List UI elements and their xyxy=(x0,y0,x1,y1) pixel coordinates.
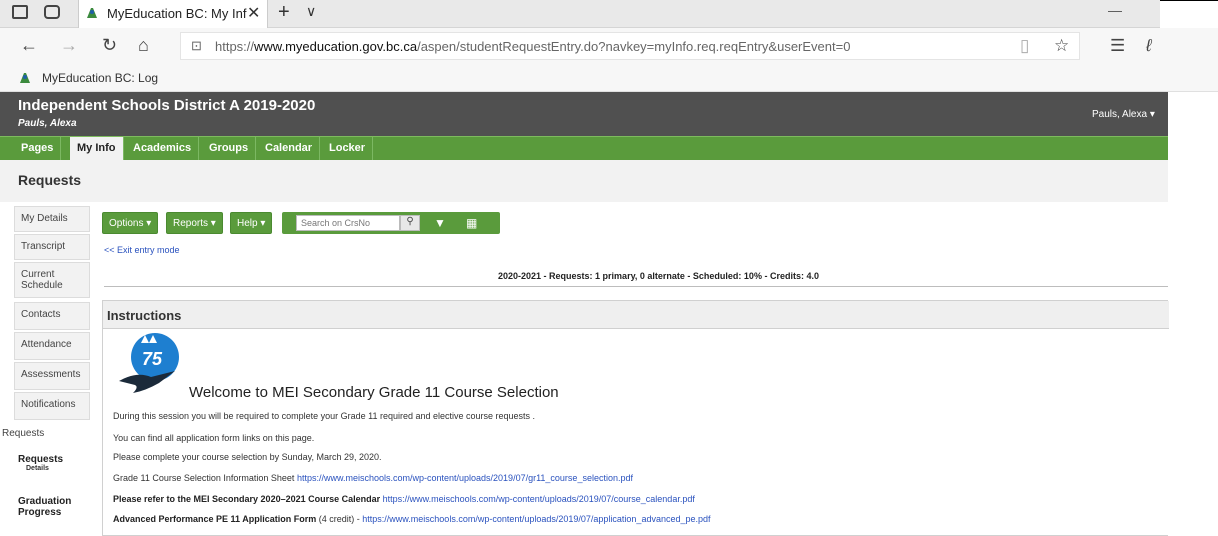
pe-application-link[interactable]: https://www.meischools.com/wp-content/up… xyxy=(362,514,710,524)
reading-view-icon[interactable]: ▯ xyxy=(1020,36,1029,56)
tab-academics[interactable]: Academics xyxy=(126,137,200,161)
favorites-bar: MyEducation BC: Log xyxy=(0,64,1218,92)
close-tab-icon[interactable]: ✕ xyxy=(247,3,260,23)
url-text: https://www.myeducation.gov.bc.ca/aspen/… xyxy=(215,39,851,54)
chevron-down-icon[interactable]: ∨ xyxy=(306,3,316,20)
top-nav: Pages My Info Academics Groups Calendar … xyxy=(0,136,1168,161)
page-title: Requests xyxy=(18,172,82,188)
pe-label: Advanced Performance PE 11 Application F… xyxy=(113,514,317,524)
side-item-attendance[interactable]: Attendance xyxy=(14,332,90,360)
app-header: Independent Schools District A 2019-2020… xyxy=(0,92,1168,136)
user-menu[interactable]: Pauls, Alexa ▾ xyxy=(1092,109,1155,120)
search-input[interactable]: Search on CrsNo xyxy=(296,215,400,231)
favorite-star-icon[interactable]: ☆ xyxy=(1054,36,1069,56)
tab-title: MyEducation BC: My Inf xyxy=(107,6,247,21)
search-bar: Search on CrsNo ⚲ ▼ ▦ xyxy=(282,212,500,234)
url-field[interactable]: ⊡ https://www.myeducation.gov.bc.ca/aspe… xyxy=(180,32,1080,60)
exit-entry-mode-link[interactable]: << Exit entry mode xyxy=(104,245,180,255)
page-header: Requests xyxy=(0,160,1168,202)
side-item-assessments[interactable]: Assessments xyxy=(14,362,90,390)
pen-icon[interactable]: ℓ xyxy=(1146,36,1152,56)
instruction-line: During this session you will be required… xyxy=(113,411,536,421)
tab-calendar[interactable]: Calendar xyxy=(258,137,321,161)
mei-75-logo: 75 xyxy=(119,333,179,393)
instructions-panel: Instructions 75 Welcome to MEI Secondary… xyxy=(102,300,1169,536)
help-button[interactable]: Help ▾ xyxy=(230,212,273,234)
side-item-requests[interactable]: Requests xyxy=(18,454,63,465)
tab-actions-icon[interactable] xyxy=(12,5,28,19)
side-nav: My Details Transcript Current Schedule C… xyxy=(2,202,90,536)
tab-groups[interactable]: Groups xyxy=(202,137,257,161)
favorites-hub-icon[interactable]: ☰ xyxy=(1110,36,1125,56)
welcome-heading: Welcome to MEI Secondary Grade 11 Course… xyxy=(189,384,559,401)
new-tab-icon[interactable]: + xyxy=(278,1,290,24)
student-name: Pauls, Alexa xyxy=(18,118,77,129)
district-title: Independent Schools District A 2019-2020 xyxy=(18,97,316,114)
side-item-current-schedule[interactable]: Current Schedule xyxy=(14,262,90,298)
info-sheet-link[interactable]: https://www.meischools.com/wp-content/up… xyxy=(297,473,633,483)
side-item-contacts[interactable]: Contacts xyxy=(14,302,90,330)
instructions-header: Instructions xyxy=(103,301,1169,329)
side-subitem-details[interactable]: Details xyxy=(26,465,49,472)
reports-button[interactable]: Reports ▾ xyxy=(166,212,223,234)
calendar-line: Please refer to the MEI Secondary 2020–2… xyxy=(113,494,695,504)
side-item-my-details[interactable]: My Details xyxy=(14,206,90,232)
tab-pages[interactable]: Pages xyxy=(14,137,62,161)
myeducation-favicon-icon xyxy=(87,8,97,18)
divider xyxy=(104,286,1168,287)
browser-tab-strip: MyEducation BC: My Inf ✕ + ∨ — xyxy=(0,0,1160,28)
info-sheet-line: Grade 11 Course Selection Information Sh… xyxy=(113,473,633,483)
pe-application-line: Advanced Performance PE 11 Application F… xyxy=(113,514,711,524)
instructions-title: Instructions xyxy=(107,308,182,323)
back-icon[interactable]: ← xyxy=(20,35,38,56)
minimize-icon[interactable]: — xyxy=(1108,2,1122,18)
lock-icon: ⊡ xyxy=(191,38,202,53)
back-tabs-icon[interactable] xyxy=(44,5,60,19)
favorite-link[interactable]: MyEducation BC: Log xyxy=(42,71,158,85)
calendar-link[interactable]: https://www.meischools.com/wp-content/up… xyxy=(383,494,695,504)
calendar-label: Please refer to the MEI Secondary 2020–2… xyxy=(113,494,381,504)
options-button[interactable]: Options ▾ xyxy=(102,212,159,234)
tab-locker[interactable]: Locker xyxy=(322,137,374,161)
pe-credit: (4 credit) - xyxy=(318,514,360,524)
instruction-line: You can find all application form links … xyxy=(113,433,315,443)
instruction-line: Please complete your course selection by… xyxy=(113,452,382,462)
side-item-notifications[interactable]: Notifications xyxy=(14,392,90,420)
favorite-favicon-icon xyxy=(20,73,30,83)
svg-text:75: 75 xyxy=(142,349,163,369)
filter-icon[interactable]: ▼ xyxy=(434,216,446,230)
browser-tab[interactable]: MyEducation BC: My Inf ✕ xyxy=(78,0,268,28)
forward-icon[interactable]: → xyxy=(60,35,78,56)
grid-view-icon[interactable]: ▦ xyxy=(466,216,477,230)
side-item-transcript[interactable]: Transcript xyxy=(14,234,90,260)
tab-my-info[interactable]: My Info xyxy=(70,137,124,161)
request-summary: 2020-2021 - Requests: 1 primary, 0 alter… xyxy=(498,271,819,281)
info-sheet-label: Grade 11 Course Selection Information Sh… xyxy=(113,473,295,483)
window-frame-edge xyxy=(1160,0,1218,14)
refresh-icon[interactable]: ↻ xyxy=(102,35,117,56)
search-icon[interactable]: ⚲ xyxy=(400,215,420,231)
address-bar: ← → ↻ ⌂ ⊡ https://www.myeducation.gov.bc… xyxy=(0,28,1218,64)
home-icon[interactable]: ⌂ xyxy=(138,35,149,56)
side-item-graduation-progress[interactable]: Graduation Progress xyxy=(18,496,84,518)
side-section-label: Requests xyxy=(2,428,45,439)
